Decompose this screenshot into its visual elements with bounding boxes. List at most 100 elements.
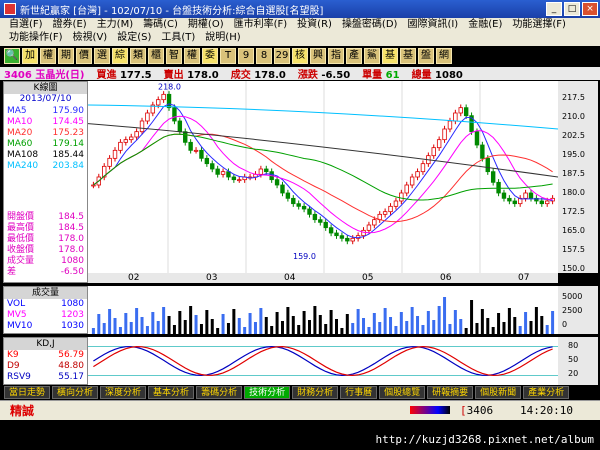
toolbar-button-19[interactable]: 鯊 xyxy=(364,48,380,64)
volume-bar xyxy=(97,314,101,334)
ohlc-row: 成交量 1080 xyxy=(4,256,87,267)
kline-header[interactable]: K線圖 xyxy=(4,82,87,94)
toolbar-button-23[interactable]: 網 xyxy=(436,48,452,64)
volume-bar xyxy=(118,327,122,334)
stock-code-box[interactable]: [3406 xyxy=(460,404,493,417)
close-button[interactable]: × xyxy=(582,2,598,16)
tab-8[interactable]: 個股總覽 xyxy=(379,386,426,399)
toolbar-button-12[interactable]: 9 xyxy=(238,48,254,64)
menu-item-14[interactable]: 工具(T) xyxy=(156,31,200,44)
toolbar-button-6[interactable]: 類 xyxy=(130,48,146,64)
candle-body xyxy=(280,184,285,194)
price-chart[interactable]: 218.0 159.0 xyxy=(88,81,558,273)
ma-name: MA10 xyxy=(7,117,33,127)
menu-item-3[interactable]: 籌碼(C) xyxy=(138,18,183,31)
toolbar-button-22[interactable]: 盤 xyxy=(418,48,434,64)
menu-item-6[interactable]: 投資(R) xyxy=(292,18,337,31)
candle-body xyxy=(409,176,415,186)
volume-bar xyxy=(416,316,420,334)
tab-9[interactable]: 研報摘要 xyxy=(427,386,474,399)
candle-body xyxy=(199,149,204,159)
app-icon xyxy=(4,3,16,15)
toolbar-button-18[interactable]: 產 xyxy=(346,48,362,64)
menu-item-4[interactable]: 期權(O) xyxy=(183,18,229,31)
tab-1[interactable]: 橫向分析 xyxy=(52,386,99,399)
search-icon[interactable]: 🔍 xyxy=(4,48,20,64)
toolbar-button-5[interactable]: 綜 xyxy=(112,48,128,64)
toolbar-button-1[interactable]: 權 xyxy=(40,48,56,64)
kd-value: 55.17 xyxy=(58,372,84,382)
candle-body xyxy=(339,235,345,239)
tab-4[interactable]: 籌碼分析 xyxy=(196,386,243,399)
toolbar-button-3[interactable]: 價 xyxy=(76,48,92,64)
toolbar-button-20[interactable]: 基 xyxy=(382,48,398,64)
volume-bar xyxy=(167,316,171,334)
ma-name: MA108 xyxy=(7,150,39,160)
menu-item-11[interactable]: 功能操作(F) xyxy=(4,31,68,44)
volume-bar xyxy=(264,317,268,334)
menu-item-8[interactable]: 國際資訊(I) xyxy=(402,18,463,31)
ohlc-value: -6.50 xyxy=(60,267,84,277)
menu-item-12[interactable]: 檢視(V) xyxy=(68,31,113,44)
toolbar-button-16[interactable]: 興 xyxy=(310,48,326,64)
menu-item-5[interactable]: 匯市利率(F) xyxy=(229,18,293,31)
candle-body xyxy=(442,128,447,141)
tab-7[interactable]: 行事曆 xyxy=(340,386,378,399)
tab-10[interactable]: 個股新聞 xyxy=(475,386,522,399)
menu-item-9[interactable]: 金融(E) xyxy=(463,18,507,31)
ohlc-name: 開盤價 xyxy=(7,212,35,222)
tab-11[interactable]: 產業分析 xyxy=(523,386,570,399)
candle-body xyxy=(274,179,280,186)
candle-body xyxy=(501,192,507,199)
last-value: 178.0 xyxy=(254,70,286,81)
toolbar-button-13[interactable]: 8 xyxy=(256,48,272,64)
high-label: 218.0 xyxy=(158,83,181,92)
menu-item-7[interactable]: 操盤密碼(D) xyxy=(337,18,403,31)
toolbar-button-10[interactable]: 委 xyxy=(202,48,218,64)
date-tick: 02 xyxy=(128,273,140,283)
maximize-button[interactable]: □ xyxy=(564,2,580,16)
candle-body xyxy=(264,168,269,173)
volume-bar xyxy=(545,325,549,334)
volume-bar xyxy=(497,313,501,334)
volume-chart[interactable] xyxy=(88,286,558,334)
menu-item-1[interactable]: 證券(E) xyxy=(48,18,92,31)
menu-item-2[interactable]: 主力(M) xyxy=(92,18,138,31)
ma-line xyxy=(93,103,553,239)
toolbar-button-11[interactable]: T xyxy=(220,48,236,64)
toolbar-button-15[interactable]: 核 xyxy=(292,48,308,64)
volume-bar xyxy=(151,312,155,334)
kd-chart[interactable] xyxy=(88,337,558,385)
toolbar-button-8[interactable]: 智 xyxy=(166,48,182,64)
toolbar-button-2[interactable]: 期 xyxy=(58,48,74,64)
menu-item-13[interactable]: 設定(S) xyxy=(112,31,156,44)
toolbar-button-0[interactable]: 加 xyxy=(22,48,38,64)
price-tick: 210.0 xyxy=(562,112,585,121)
toolbar-button-9[interactable]: 權 xyxy=(184,48,200,64)
kd-header[interactable]: KD,J xyxy=(4,338,87,350)
toolbar-button-17[interactable]: 指 xyxy=(328,48,344,64)
volume-bar xyxy=(129,322,133,334)
tab-2[interactable]: 深度分析 xyxy=(100,386,147,399)
tab-0[interactable]: 當日走勢 xyxy=(4,386,51,399)
tab-5[interactable]: 技術分析 xyxy=(244,386,291,399)
toolbar-button-7[interactable]: 櫃 xyxy=(148,48,164,64)
candle-body xyxy=(361,229,366,237)
toolbar-button-14[interactable]: 29 xyxy=(274,48,290,64)
volume-bar xyxy=(405,321,409,334)
volume-bar xyxy=(540,316,544,334)
menu-item-10[interactable]: 功能選擇(F) xyxy=(507,18,571,31)
volume-bar xyxy=(259,308,263,334)
kd-row: D9 48.80 xyxy=(4,361,87,372)
volume-bar xyxy=(399,312,403,334)
tab-6[interactable]: 財務分析 xyxy=(292,386,339,399)
menu-item-0[interactable]: 自選(F) xyxy=(4,18,48,31)
kd-name: K9 xyxy=(7,350,19,360)
tab-3[interactable]: 基本分析 xyxy=(148,386,195,399)
toolbar-button-4[interactable]: 選 xyxy=(94,48,110,64)
minimize-button[interactable]: _ xyxy=(546,2,562,16)
toolbar-button-21[interactable]: 基 xyxy=(400,48,416,64)
menu-item-15[interactable]: 說明(H) xyxy=(200,31,245,44)
volume-bar xyxy=(432,320,436,334)
volume-header[interactable]: 成交量 xyxy=(4,287,87,299)
